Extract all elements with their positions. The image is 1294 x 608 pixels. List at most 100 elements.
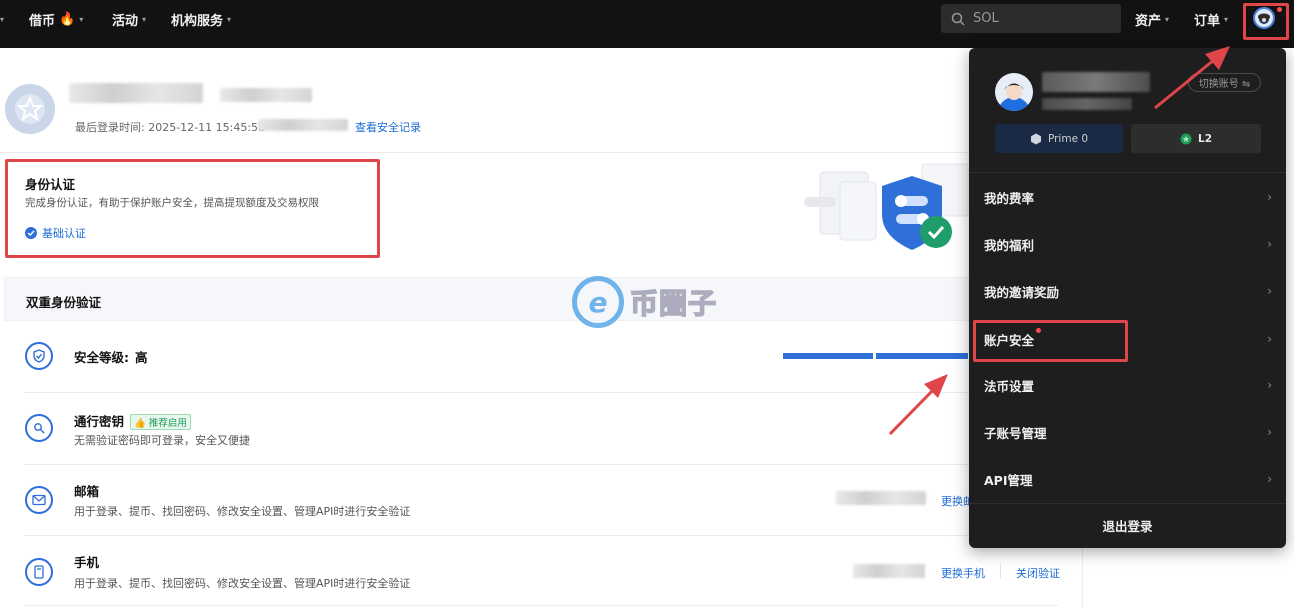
level-badge-label: L2	[1198, 132, 1212, 145]
mail-icon	[25, 486, 53, 514]
menu-item-api-management-label: API管理	[984, 472, 1033, 488]
nav-item-orders-label: 订单	[1194, 13, 1221, 29]
prime-badge-label: Prime 0	[1047, 132, 1089, 145]
menu-item-referral-rewards-label: 我的邀请奖励	[984, 284, 1060, 300]
identity-level[interactable]: 基础认证	[25, 225, 86, 241]
security-bar-segment-1	[783, 353, 873, 359]
menu-item-api-management[interactable]: API管理 ›	[969, 459, 1286, 499]
passkey-description: 无需验证密码即可登录，安全又便捷	[74, 434, 250, 447]
dropdown-avatar	[995, 73, 1033, 111]
menu-item-sub-accounts-label: 子账号管理	[984, 425, 1047, 441]
nav-item-borrow-label: 借币	[29, 13, 56, 29]
fire-icon: 🔥	[59, 11, 76, 27]
profile-avatar	[5, 84, 55, 134]
menu-item-fee-rate[interactable]: 我的费率 ›	[969, 177, 1286, 217]
chevron-right-icon: ›	[1267, 425, 1272, 439]
nav-item-activity[interactable]: 活动 ▾	[112, 10, 147, 29]
prime-badge[interactable]: Prime 0	[995, 124, 1123, 153]
chevron-right-icon: ›	[1267, 190, 1272, 204]
watermark-text: 币圈子	[629, 286, 718, 321]
disable-verification-link[interactable]: 关闭验证	[1016, 565, 1060, 581]
divider	[0, 152, 1080, 153]
security-level-label: 安全等级:	[74, 350, 129, 365]
chevron-right-icon: ›	[1267, 237, 1272, 251]
identity-title: 身份认证	[25, 177, 76, 192]
search-input[interactable]	[973, 11, 1103, 26]
menu-item-fiat-settings-label: 法币设置	[984, 378, 1035, 394]
switch-account-button[interactable]: 切换账号 ⇋	[1188, 73, 1261, 92]
nav-item-orders[interactable]: 订单 ▾	[1194, 10, 1229, 29]
check-circle-icon	[25, 227, 37, 239]
nav-item-institutional[interactable]: 机构服务 ▾	[171, 10, 232, 29]
watermark-logo-icon: e	[572, 276, 624, 328]
user-avatar-button[interactable]	[1253, 7, 1275, 29]
two-factor-title: 双重身份验证	[26, 295, 102, 310]
identity-description: 完成身份认证，有助于保护账户安全，提高提现额度及交易权限	[25, 197, 319, 209]
avatar-icon	[1258, 13, 1270, 24]
chevron-right-icon: ›	[1267, 332, 1272, 346]
nav-item-borrow[interactable]: 借币 🔥 ▾	[29, 10, 84, 29]
menu-item-account-security-text: 账户安全	[984, 327, 1042, 349]
security-bar-segment-2	[876, 353, 968, 359]
level-badge-icon	[1180, 133, 1192, 144]
level-badge[interactable]: L2	[1131, 124, 1261, 153]
menu-item-account-security[interactable]: 账户安全 ›	[969, 319, 1286, 359]
menu-item-fee-rate-label: 我的费率	[984, 190, 1035, 206]
menu-item-fiat-settings[interactable]: 法币设置 ›	[969, 365, 1286, 405]
chevron-down-icon: ▾	[227, 14, 232, 24]
blurred-phone	[853, 564, 925, 578]
chevron-down-icon: ▾	[1165, 14, 1170, 24]
nav-item-assets[interactable]: 资产 ▾	[1135, 10, 1170, 29]
notification-dot	[1036, 327, 1042, 333]
chevron-down-icon: ▾	[79, 14, 84, 24]
shield-check-icon	[25, 342, 53, 370]
email-title: 邮箱	[74, 484, 100, 499]
menu-item-sub-accounts[interactable]: 子账号管理 ›	[969, 412, 1286, 452]
watermark: e 币圈子	[572, 276, 717, 328]
menu-item-benefits[interactable]: 我的福利 ›	[969, 224, 1286, 264]
menu-item-account-security-label: 账户安全	[984, 332, 1035, 348]
account-dropdown: 切换账号 ⇋ Prime 0 L2 我的费率 › 我的福利 › 我的邀请奖励 ›…	[969, 48, 1286, 548]
blurred-email	[836, 491, 926, 505]
passkey-title: 通行密钥 👍 推荐启用	[74, 411, 191, 430]
blurred-dropdown-uid	[1042, 98, 1132, 110]
nav-item-activity-label: 活动	[112, 13, 139, 29]
arrow-annotation-icon	[888, 374, 948, 436]
menu-item-benefits-label: 我的福利	[984, 237, 1035, 253]
shield-illustration	[804, 163, 969, 250]
identity-level-label: 基础认证	[42, 227, 86, 240]
phone-title: 手机	[74, 555, 100, 570]
change-phone-link[interactable]: 更换手机	[941, 565, 985, 581]
chevron-right-icon: ›	[1267, 472, 1272, 486]
security-level-value: 高	[135, 350, 148, 365]
blurred-uid	[220, 88, 312, 102]
nav-item-institutional-label: 机构服务	[171, 13, 224, 29]
divider	[24, 392, 1058, 393]
search-box[interactable]	[941, 4, 1121, 33]
top-navigation-bar: ▾ 借币 🔥 ▾ 活动 ▾ 机构服务 ▾ 资产 ▾ 订单 ▾	[0, 0, 1294, 48]
recommended-tag-label: 推荐启用	[148, 418, 187, 429]
recommended-tag: 👍 推荐启用	[130, 414, 191, 430]
divider	[24, 464, 1058, 465]
security-level: 安全等级: 高	[74, 347, 148, 366]
divider	[1082, 548, 1083, 608]
blurred-username	[69, 83, 203, 103]
star-icon	[15, 94, 45, 124]
chevron-right-icon: ›	[1267, 284, 1272, 298]
chevron-down-icon: ▾	[142, 14, 147, 24]
hexagon-icon	[1030, 133, 1041, 144]
security-record-link[interactable]: 查看安全记录	[355, 119, 421, 135]
divider	[969, 503, 1286, 504]
passkey-icon	[25, 414, 53, 442]
nav-item-assets-label: 资产	[1135, 13, 1162, 29]
logout-button[interactable]: 退出登录	[969, 508, 1286, 542]
email-description: 用于登录、提币、找回密码、修改安全设置、管理API时进行安全验证	[74, 505, 411, 518]
menu-item-referral-rewards[interactable]: 我的邀请奖励 ›	[969, 271, 1286, 311]
passkey-title-label: 通行密钥	[74, 414, 125, 429]
nav-caret-left[interactable]: ▾	[0, 10, 4, 28]
divider	[969, 172, 1286, 173]
chevron-down-icon: ▾	[1224, 14, 1229, 24]
blurred-ip	[258, 119, 348, 131]
divider	[24, 605, 1058, 606]
divider	[24, 535, 1058, 536]
